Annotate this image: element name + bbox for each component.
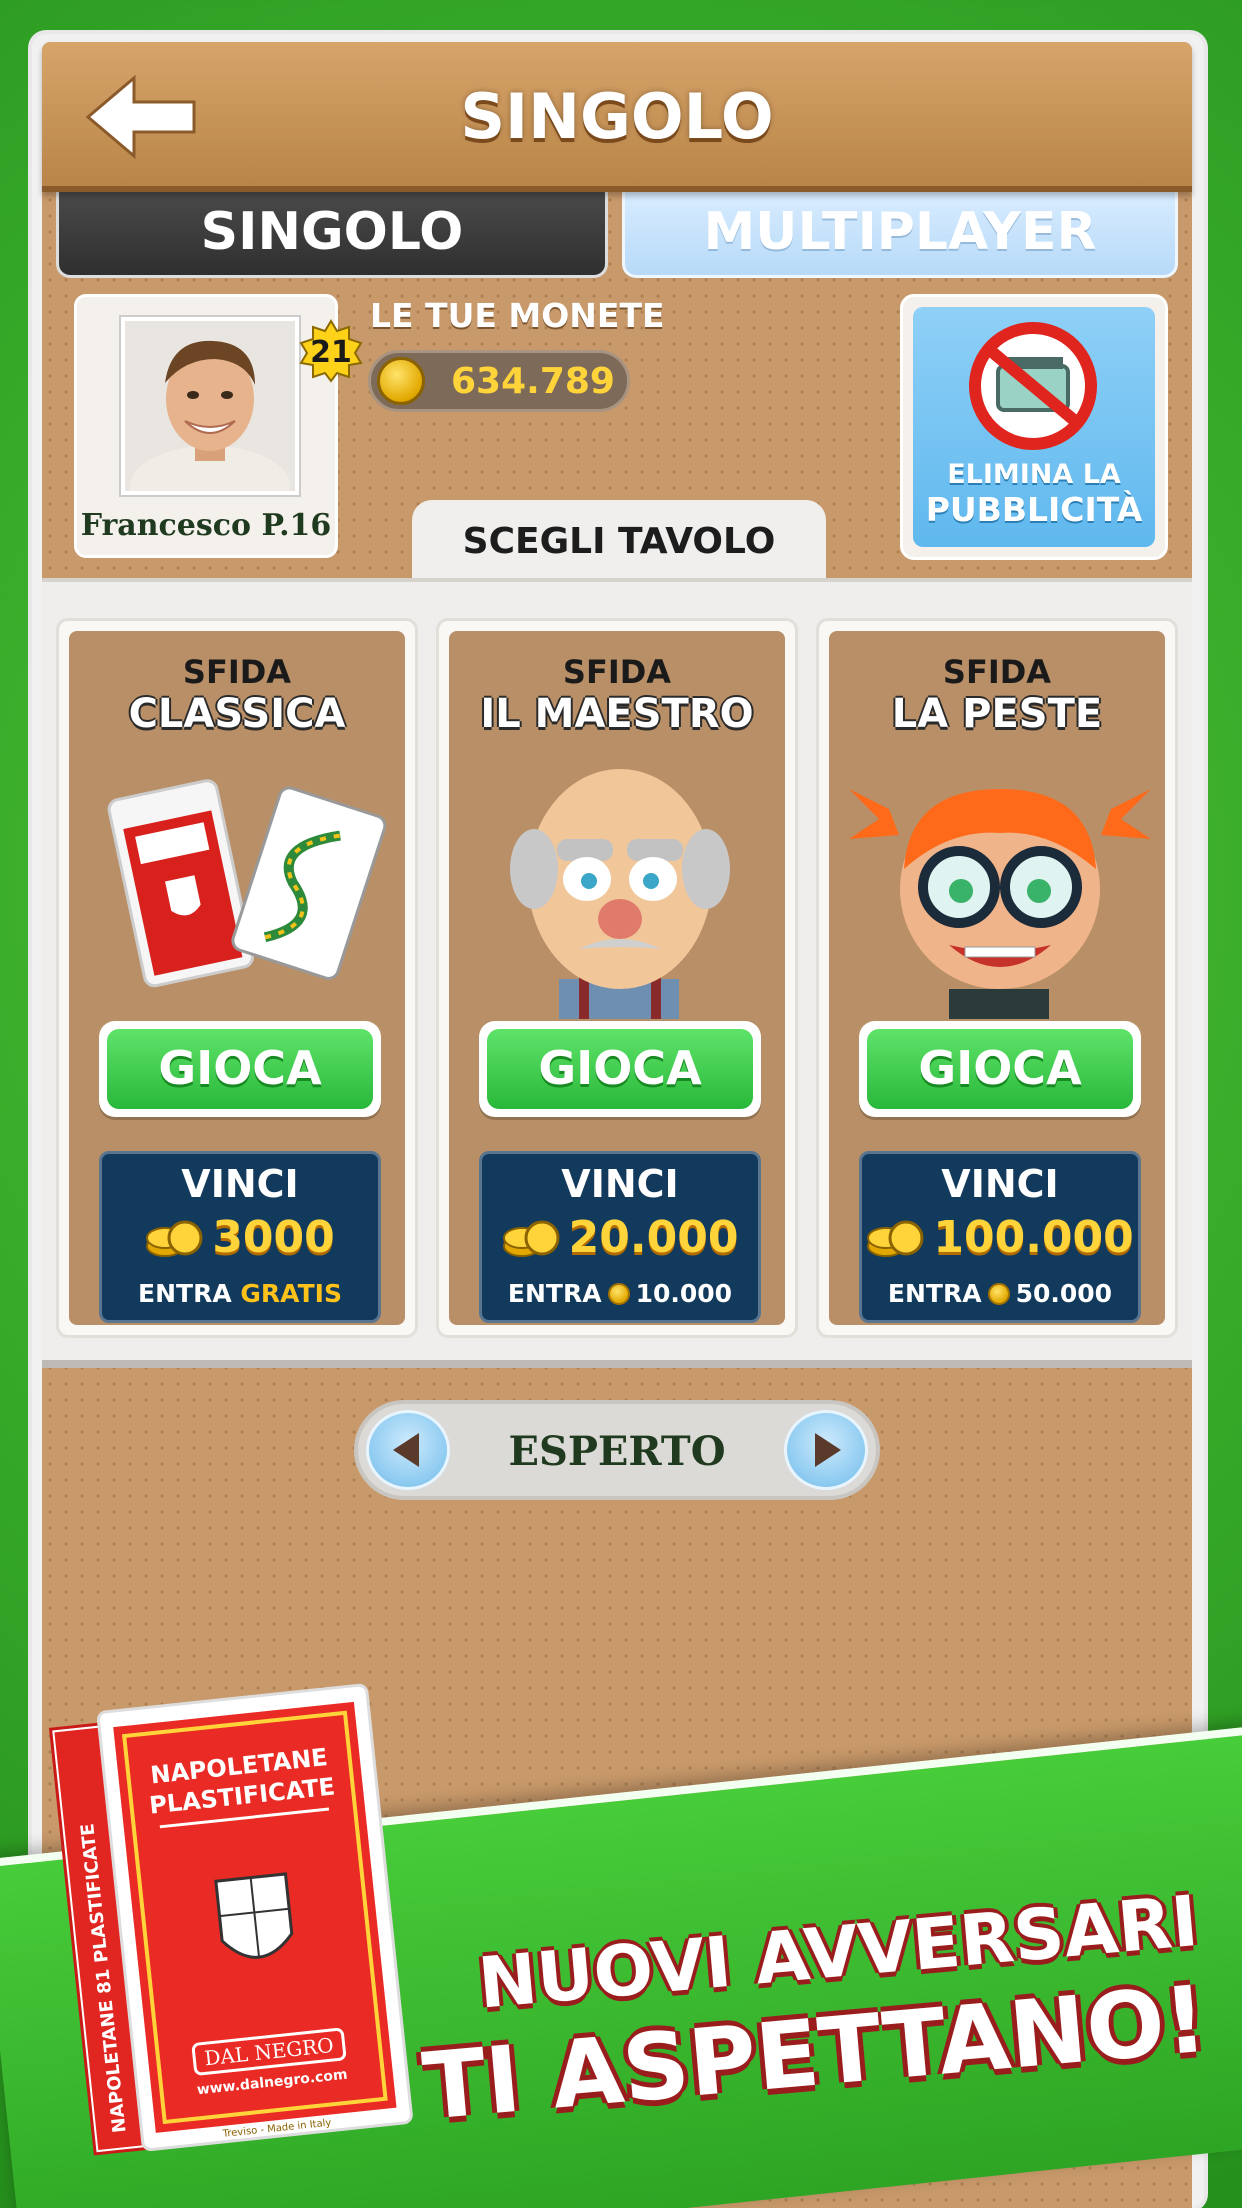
tab-singolo[interactable]: SINGOLO: [56, 192, 608, 278]
coins-balance[interactable]: 634.789: [368, 350, 630, 412]
coin-stack-icon: [146, 1220, 203, 1257]
win-label: VINCI: [561, 1162, 679, 1206]
play-button[interactable]: GIOCA: [99, 1021, 381, 1117]
coins-label: LE TUE MONETE: [370, 296, 665, 335]
table-card-body: SFIDA LA PESTE GIOCA VINCI 100.000 ENTRA…: [829, 631, 1165, 1325]
entry-value: 50.000: [1015, 1279, 1113, 1308]
prize-box: VINCI 100.000 ENTRA 50.000: [859, 1151, 1141, 1323]
play-button-label: GIOCA: [107, 1029, 373, 1109]
table-card-body: SFIDA IL MAESTRO GIOCA VINCI 20.000 ENTR…: [449, 631, 785, 1325]
header-bar: SINGOLO: [42, 42, 1192, 192]
remove-ads-line2: PUBBLICITÀ: [925, 490, 1143, 529]
coin-stack-icon: [867, 1220, 924, 1257]
entry-value: GRATIS: [240, 1279, 342, 1308]
coin-stack-icon: [502, 1220, 560, 1257]
entry-fee: ENTRA GRATIS: [102, 1279, 378, 1308]
win-label: VINCI: [181, 1162, 299, 1206]
play-button[interactable]: GIOCA: [479, 1021, 761, 1117]
entry-fee: ENTRA 50.000: [862, 1279, 1138, 1308]
table-name: LA PESTE: [891, 691, 1103, 737]
remove-ads-label: ELIMINA LA PUBBLICITÀ: [913, 459, 1155, 529]
table-name: IL MAESTRO: [480, 691, 754, 737]
next-level-button[interactable]: [784, 1410, 868, 1490]
card-deck-box: NAPOLETANE PLASTIFICATE DAL NEGRO www.da…: [48, 1683, 413, 2156]
level-badge: 21: [299, 319, 363, 383]
page-title: SINGOLO: [460, 80, 774, 153]
remove-ads-button[interactable]: ELIMINA LA PUBBLICITÀ: [900, 294, 1168, 560]
table-kind: SFIDA: [562, 653, 672, 691]
entry-fee: ENTRA 10.000: [482, 1279, 758, 1308]
triangle-right-icon: [815, 1433, 841, 1467]
prize-box: VINCI 3000 ENTRA GRATIS: [99, 1151, 381, 1323]
tables-panel: SFIDA CLASSICA GIOCA VINCI 3000 ENTRA GR…: [42, 578, 1192, 1368]
level-number: 21: [310, 335, 352, 370]
play-button[interactable]: GIOCA: [859, 1021, 1141, 1117]
coin-icon: [607, 1283, 630, 1305]
table-name: CLASSICA: [128, 691, 346, 737]
table-card-body: SFIDA CLASSICA GIOCA VINCI 3000 ENTRA GR…: [69, 631, 405, 1325]
entry-label: ENTRA: [138, 1279, 232, 1308]
choose-table-tab: SCEGLI TAVOLO: [412, 500, 826, 584]
entry-label: ENTRA: [887, 1279, 982, 1308]
no-ads-icon: [969, 322, 1097, 450]
prize-row: 3000: [102, 1212, 378, 1266]
table-card-la-peste: SFIDA LA PESTE GIOCA VINCI 100.000 ENTRA…: [816, 618, 1178, 1338]
coin-icon: [987, 1283, 1010, 1305]
pest-girl-avatar-icon: [849, 789, 1151, 1019]
prize-amount: 20.000: [568, 1212, 739, 1263]
player-portrait-icon: [125, 321, 295, 491]
remove-ads-panel: ELIMINA LA PUBBLICITÀ: [913, 307, 1155, 547]
coin-icon: [377, 357, 425, 405]
playing-cards-icon: [107, 779, 387, 988]
prize-box: VINCI 20.000 ENTRA 10.000: [479, 1151, 761, 1323]
remove-ads-line1: ELIMINA LA: [947, 459, 1121, 490]
prize-amount: 3000: [212, 1212, 335, 1263]
player-card[interactable]: 21 Francesco P.16: [74, 294, 363, 558]
play-button-label: GIOCA: [867, 1029, 1133, 1109]
win-label: VINCI: [941, 1162, 1059, 1206]
tab-multiplayer[interactable]: MULTIPLAYER: [622, 192, 1178, 278]
difficulty-selector: ESPERTO: [354, 1400, 880, 1500]
table-card-classica: SFIDA CLASSICA GIOCA VINCI 3000 ENTRA GR…: [56, 618, 418, 1338]
prize-row: 100.000: [862, 1212, 1138, 1266]
entry-label: ENTRA: [507, 1279, 602, 1308]
coins-value: 634.789: [451, 361, 615, 402]
play-button-label: GIOCA: [487, 1029, 753, 1109]
prize-amount: 100.000: [933, 1212, 1134, 1263]
old-master-avatar-icon: [510, 769, 730, 1019]
prize-row: 20.000: [482, 1212, 758, 1266]
entry-value: 10.000: [635, 1279, 733, 1308]
avatar: [121, 317, 299, 495]
table-card-il-maestro: SFIDA IL MAESTRO GIOCA VINCI 20.000 ENTR…: [436, 618, 798, 1338]
table-kind: SFIDA: [182, 653, 292, 691]
player-name: Francesco P.16: [80, 508, 332, 543]
table-kind: SFIDA: [942, 653, 1052, 691]
